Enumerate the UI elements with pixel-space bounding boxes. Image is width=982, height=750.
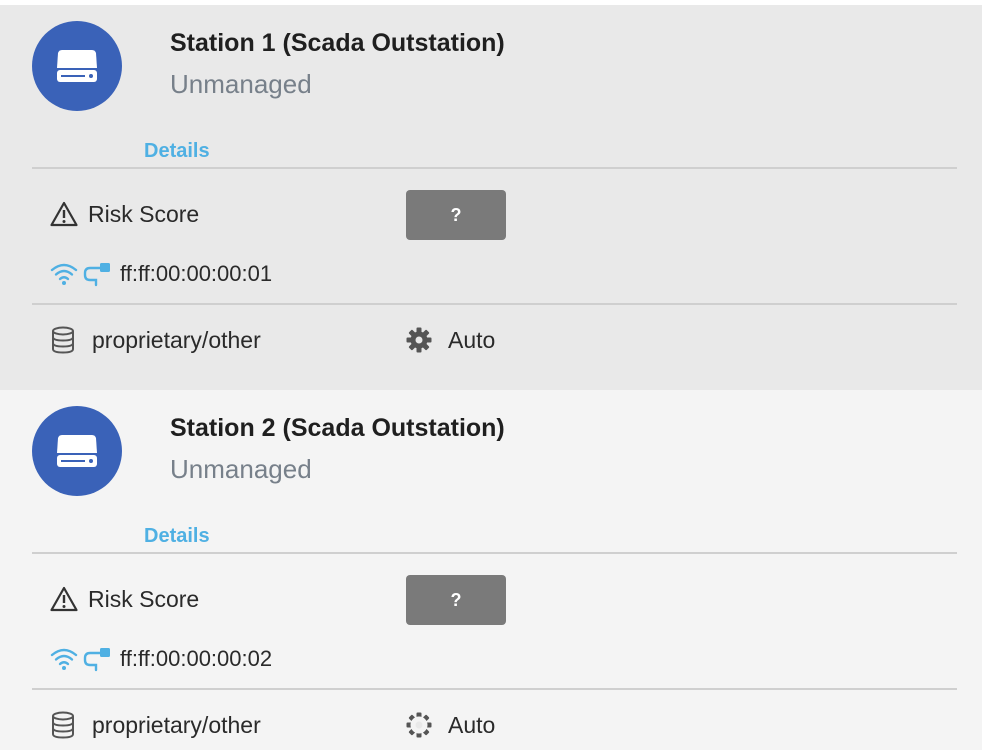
risk-score-button[interactable]: ?: [406, 575, 506, 625]
device-card-1: Station 1 (Scada Outstation) Unmanaged D…: [0, 5, 982, 390]
ethernet-icon: [83, 263, 110, 287]
risk-score-row: Risk Score: [50, 584, 199, 614]
mac-address-row: ff:ff:00:00:00:01: [50, 259, 272, 289]
device-status: Unmanaged: [170, 69, 312, 99]
gear-icon: [406, 712, 432, 738]
wifi-icon: [50, 263, 78, 285]
mac-address-row: ff:ff:00:00:00:02: [50, 644, 272, 674]
server-icon: [57, 435, 97, 467]
ethernet-icon: [83, 648, 110, 672]
risk-score-row: Risk Score: [50, 199, 199, 229]
gear-icon: [406, 327, 432, 353]
wifi-icon: [50, 648, 78, 670]
device-name: Station 1 (Scada Outstation): [170, 29, 505, 57]
database-icon: [52, 326, 74, 354]
database-icon: [52, 711, 74, 739]
risk-score-label: Risk Score: [88, 585, 200, 612]
protocol-row: proprietary/other: [50, 325, 261, 355]
server-icon: [57, 50, 97, 82]
mode-row: Auto: [406, 710, 495, 740]
risk-score-label: Risk Score: [88, 200, 200, 227]
details-link[interactable]: Details: [144, 140, 210, 163]
risk-score-button[interactable]: ?: [406, 190, 506, 240]
device-name: Station 2 (Scada Outstation): [170, 414, 505, 442]
warning-icon: [50, 586, 78, 612]
mode-row: Auto: [406, 325, 495, 355]
mode-label: Auto: [448, 326, 496, 353]
warning-icon: [50, 201, 78, 227]
divider: [32, 552, 957, 554]
mac-address: ff:ff:00:00:00:01: [120, 261, 273, 286]
protocol-label: proprietary/other: [92, 326, 261, 353]
device-card-2: Station 2 (Scada Outstation) Unmanaged D…: [0, 390, 982, 750]
protocol-row: proprietary/other: [50, 710, 261, 740]
divider: [32, 167, 957, 169]
protocol-label: proprietary/other: [92, 711, 261, 738]
device-avatar: [32, 406, 122, 496]
divider: [32, 688, 957, 690]
divider: [32, 303, 957, 305]
device-list: Station 1 (Scada Outstation) Unmanaged D…: [0, 0, 982, 750]
device-status: Unmanaged: [170, 454, 312, 484]
mac-address: ff:ff:00:00:00:02: [120, 646, 273, 671]
device-avatar: [32, 21, 122, 111]
mode-label: Auto: [448, 711, 496, 738]
details-link[interactable]: Details: [144, 525, 210, 548]
